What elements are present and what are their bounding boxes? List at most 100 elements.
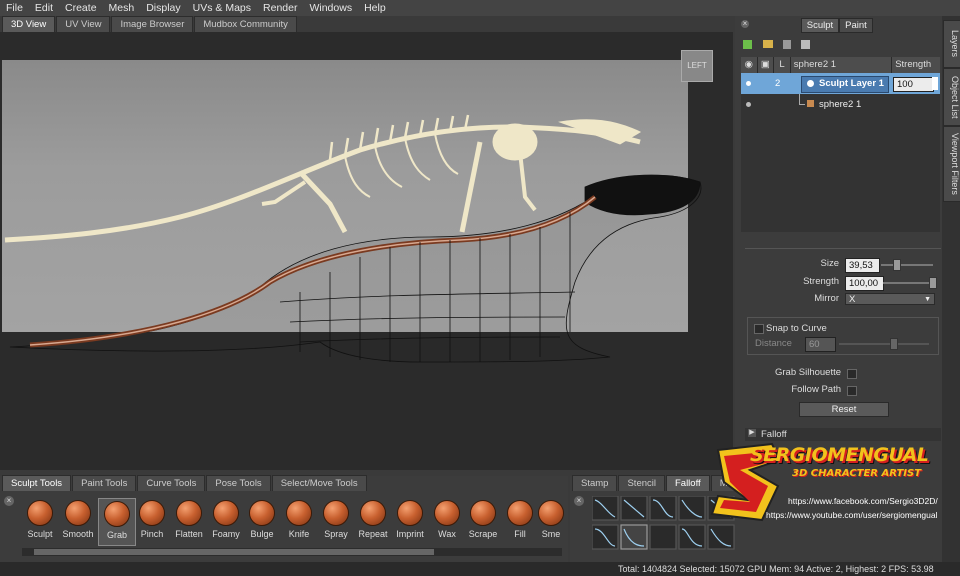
tool-knife[interactable]: Knife <box>281 498 317 544</box>
facebook-link-text: https://www.facebook.com/Sergio3D2D/ <box>788 496 938 506</box>
close-panel-icon[interactable]: × <box>741 20 749 28</box>
tool-smear[interactable]: Sme <box>536 498 566 544</box>
3d-viewport[interactable]: LEFT <box>0 32 733 470</box>
close-tray-icon[interactable]: × <box>574 496 584 506</box>
tab-select-move-tools[interactable]: Select/Move Tools <box>271 475 367 491</box>
status-bar: Total: 1404824 Selected: 15072 GPU Mem: … <box>0 562 960 576</box>
tool-label: Flatten <box>175 529 203 539</box>
tool-scrape[interactable]: Scrape <box>465 498 501 544</box>
tab-paint[interactable]: Paint <box>839 18 873 33</box>
visibility-dot-icon[interactable] <box>746 81 751 86</box>
tab-object-list[interactable]: Object List <box>943 68 960 126</box>
snap-to-curve-label: Snap to Curve <box>766 323 827 334</box>
tab-stencil[interactable]: Stencil <box>618 475 665 491</box>
strength-slider[interactable] <box>883 282 933 284</box>
size-field[interactable]: 39,53 <box>845 258 880 273</box>
distance-label: Distance <box>755 338 792 349</box>
lock-column-label: L <box>774 57 791 73</box>
grab-silhouette-checkbox[interactable] <box>847 369 857 379</box>
tool-fill[interactable]: Fill <box>502 498 538 544</box>
tab-stamp[interactable]: Stamp <box>572 475 618 491</box>
tab-3d-view[interactable]: 3D View <box>2 16 56 32</box>
tool-foamy[interactable]: Foamy <box>208 498 244 544</box>
layer-options-icon[interactable] <box>801 40 810 49</box>
tool-repeat[interactable]: Repeat <box>355 498 391 544</box>
size-slider-knob[interactable] <box>893 259 901 271</box>
snap-to-curve-checkbox[interactable] <box>754 324 764 334</box>
tab-paint-tools[interactable]: Paint Tools <box>72 475 137 491</box>
shelf-scrollbar-thumb[interactable] <box>34 549 434 555</box>
layer-row-sphere2-1[interactable]: sphere2 1 <box>741 94 940 115</box>
tab-layers[interactable]: Layers <box>943 20 960 68</box>
tool-bulge[interactable]: Bulge <box>244 498 280 544</box>
visibility-column-eye-icon: ◉ <box>741 57 758 73</box>
logo-tagline: 3D CHARACTER ARTIST <box>792 468 922 479</box>
tool-label: Sme <box>541 529 561 539</box>
mirror-dropdown[interactable]: X ▼ <box>845 293 935 305</box>
tool-grab[interactable]: Grab <box>98 498 136 546</box>
layer-strength-field[interactable]: 100 <box>893 77 934 92</box>
grab-silhouette-label: Grab Silhouette <box>775 367 842 378</box>
follow-path-checkbox[interactable] <box>847 386 857 396</box>
size-slider[interactable] <box>881 264 933 266</box>
layer-row-sculpt-layer-1[interactable]: 2 Sculpt Layer 1 100 <box>741 73 940 94</box>
tab-sculpt-tools[interactable]: Sculpt Tools <box>2 475 72 491</box>
mirror-label: Mirror <box>814 293 839 304</box>
tool-label: Imprint <box>396 529 424 539</box>
imprint-tool-icon <box>397 500 423 526</box>
mesh-object-icon <box>807 100 814 107</box>
visibility-dot-icon[interactable] <box>746 102 751 107</box>
tool-sculpt[interactable]: Sculpt <box>22 498 58 544</box>
tool-smooth[interactable]: Smooth <box>60 498 96 544</box>
divider <box>745 248 941 249</box>
tab-curve-tools[interactable]: Curve Tools <box>137 475 206 491</box>
shelf-scrollbar[interactable] <box>22 548 562 556</box>
follow-path-label: Follow Path <box>791 384 841 395</box>
strength-slider-knob[interactable] <box>929 277 937 289</box>
close-shelf-icon[interactable]: × <box>4 496 14 506</box>
spray-tool-icon <box>323 500 349 526</box>
delete-layer-icon[interactable] <box>783 40 791 49</box>
tab-sculpt[interactable]: Sculpt <box>801 18 839 33</box>
menu-uvs-maps[interactable]: UVs & Maps <box>187 0 257 16</box>
menu-help[interactable]: Help <box>358 0 392 16</box>
distance-slider-knob[interactable] <box>890 338 898 350</box>
folder-icon[interactable] <box>763 40 773 48</box>
grab-tool-icon <box>104 501 130 527</box>
smooth-tool-icon <box>65 500 91 526</box>
tool-imprint[interactable]: Imprint <box>392 498 428 544</box>
tab-image-browser[interactable]: Image Browser <box>111 16 194 32</box>
distance-slider[interactable] <box>839 343 929 345</box>
menu-file[interactable]: File <box>0 0 29 16</box>
tool-label: Bulge <box>250 529 274 539</box>
tool-wax[interactable]: Wax <box>429 498 465 544</box>
menu-edit[interactable]: Edit <box>29 0 59 16</box>
tab-falloff[interactable]: Falloff <box>665 475 710 491</box>
view-tabs: 3D View UV View Image Browser Mudbox Com… <box>2 16 298 32</box>
layer-index: 2 <box>775 78 781 89</box>
tab-mudbox-community[interactable]: Mudbox Community <box>194 16 297 32</box>
tab-pose-tools[interactable]: Pose Tools <box>206 475 271 491</box>
strength-field[interactable]: 100,00 <box>845 276 884 291</box>
menu-render[interactable]: Render <box>257 0 303 16</box>
tab-viewport-filters[interactable]: Viewport Filters <box>943 126 960 202</box>
foamy-tool-icon <box>213 500 239 526</box>
menu-mesh[interactable]: Mesh <box>103 0 141 16</box>
smear-tool-icon <box>538 500 564 526</box>
tool-spray[interactable]: Spray <box>318 498 354 544</box>
layer-name: Sculpt Layer 1 <box>819 78 884 89</box>
distance-field[interactable]: 60 <box>805 337 836 352</box>
youtube-link-text: https://www.youtube.com/user/sergiomengu… <box>766 510 938 520</box>
tool-flatten[interactable]: Flatten <box>171 498 207 544</box>
menu-display[interactable]: Display <box>140 0 186 16</box>
reset-button[interactable]: Reset <box>799 402 889 417</box>
tab-uv-view[interactable]: UV View <box>56 16 111 32</box>
new-layer-icon[interactable] <box>743 40 752 49</box>
layer-strength-slider-handle[interactable] <box>932 77 938 90</box>
logo-name: SERGIOMENGUAL <box>750 444 929 466</box>
size-label: Size <box>820 258 839 269</box>
menu-create[interactable]: Create <box>59 0 103 16</box>
menu-windows[interactable]: Windows <box>303 0 358 16</box>
tool-label: Fill <box>514 529 526 539</box>
tool-pinch[interactable]: Pinch <box>134 498 170 544</box>
